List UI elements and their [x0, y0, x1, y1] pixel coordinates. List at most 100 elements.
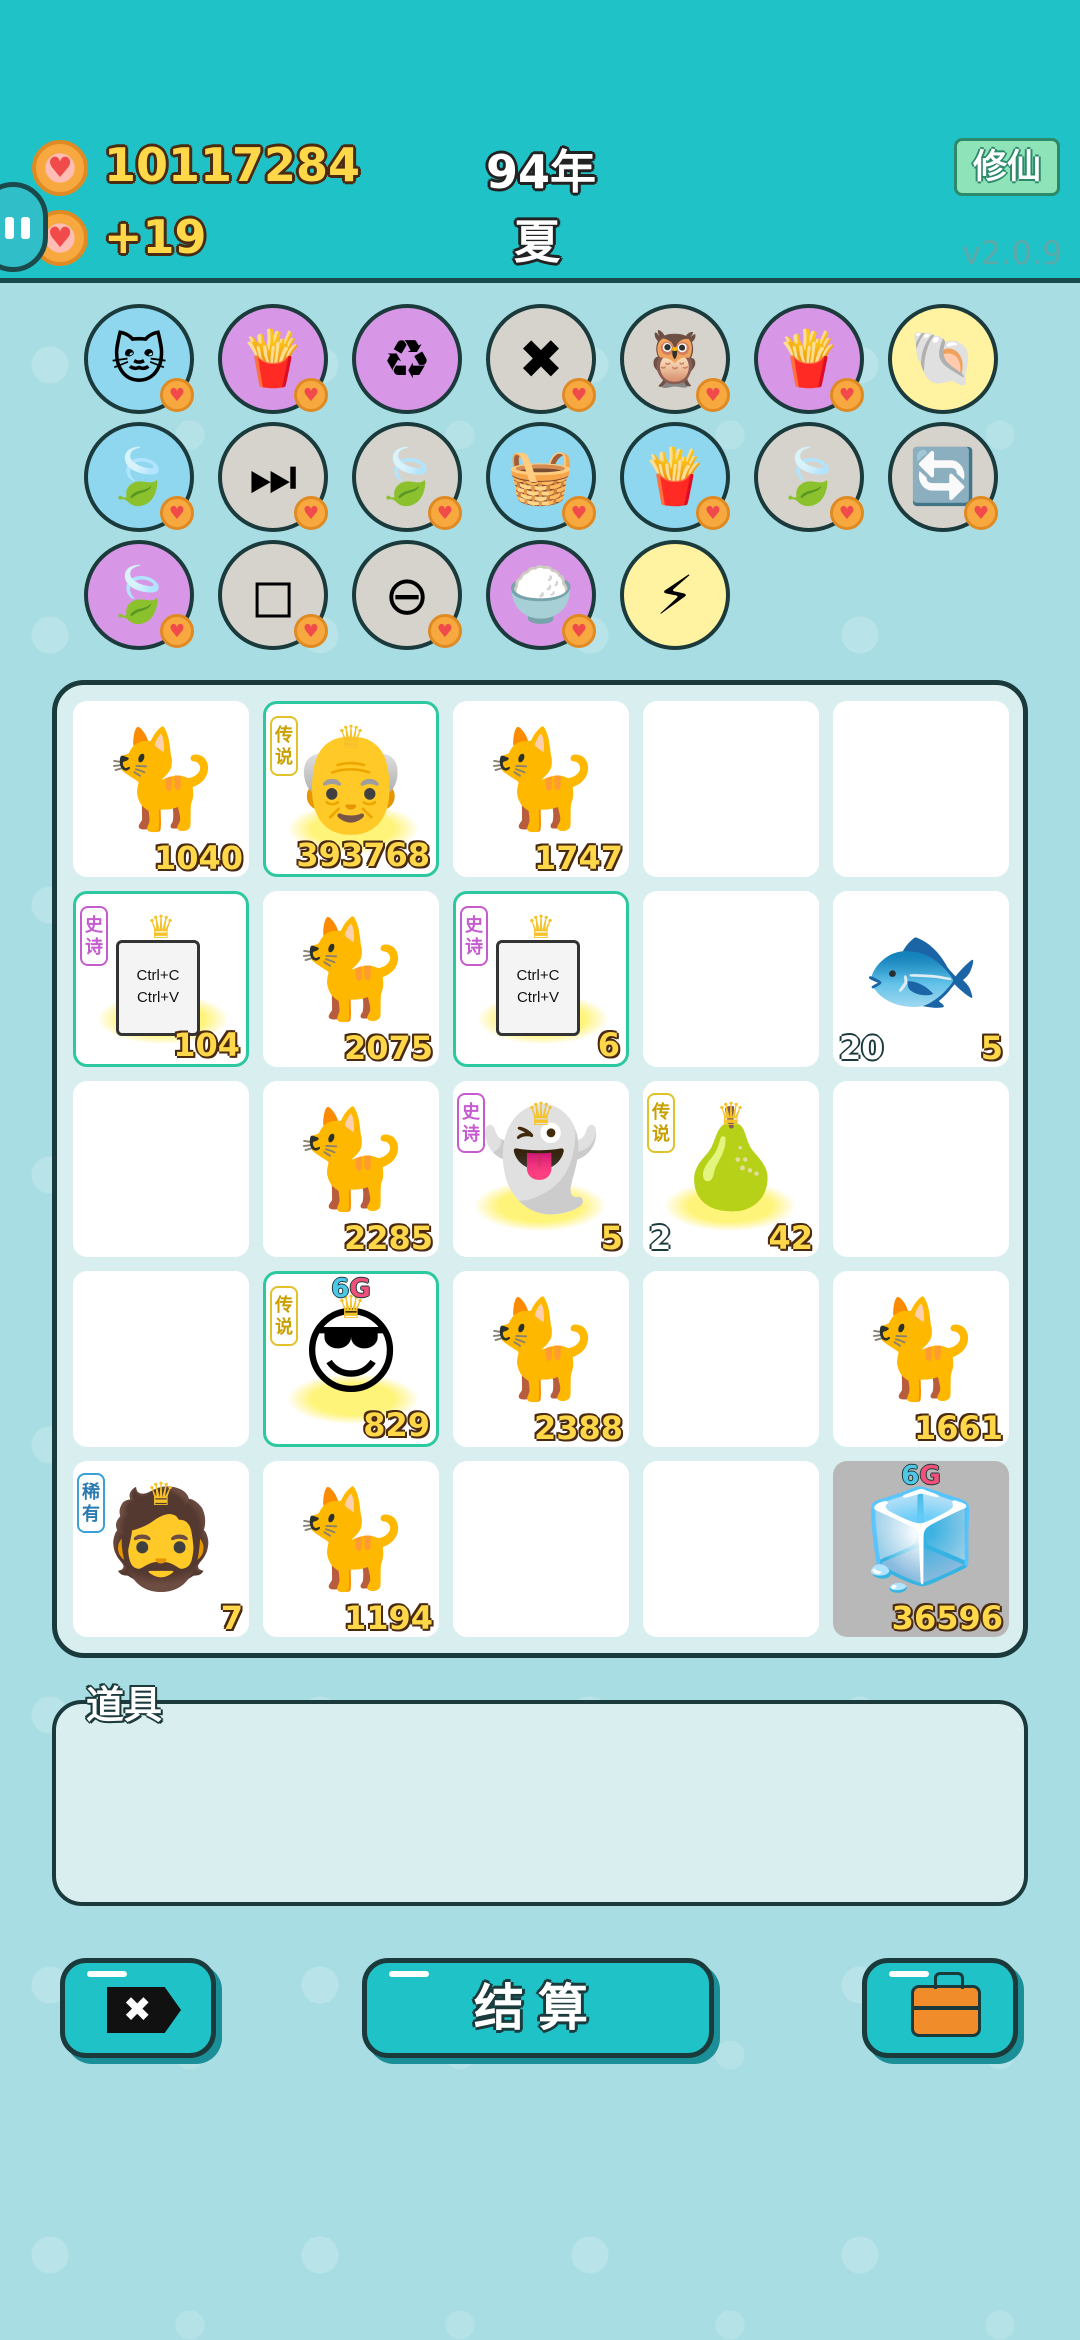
- lightning-icon[interactable]: ⚡: [620, 540, 730, 650]
- card-line: Ctrl+C: [516, 967, 560, 984]
- minus-glyph: ⊖: [384, 563, 430, 627]
- slot-fish[interactable]: 🐟 20 5: [833, 891, 1009, 1067]
- rarity-tag: 传说: [647, 1093, 675, 1153]
- 6g-six: 6: [331, 1274, 350, 1304]
- cat-icon: 🐈: [481, 1293, 601, 1405]
- fries-icon[interactable]: 🍟 ♥: [218, 304, 328, 414]
- fruit-basket-icon[interactable]: 🧺 ♥: [486, 422, 596, 532]
- slot-left-value: 20: [839, 1029, 884, 1067]
- cat-icon: 🐈: [291, 1483, 411, 1595]
- slot-value: 6: [597, 1026, 620, 1064]
- remove-tag-icon[interactable]: ✖ ♥: [486, 304, 596, 414]
- season-label: 夏: [514, 215, 560, 269]
- slot-left-value: 2: [649, 1219, 672, 1257]
- cultivation-mode-button[interactable]: 修仙: [954, 138, 1060, 196]
- rice-bowl-icon[interactable]: 🍚 ♥: [486, 540, 596, 650]
- fish-icon: 🐟: [861, 913, 981, 1025]
- fries-icon[interactable]: 🍟 ♥: [620, 422, 730, 532]
- copy-paste-card: Ctrl+C Ctrl+V: [496, 937, 595, 1039]
- coin-badge-icon: ♥: [294, 496, 328, 530]
- empty-slot[interactable]: [643, 1271, 819, 1447]
- coin-income: +19: [104, 210, 207, 264]
- rarity-tag: 传说: [270, 716, 298, 776]
- slot-grandpa[interactable]: 👴 ♛ 传说 393768: [263, 701, 439, 877]
- slot-value: 5: [980, 1029, 1003, 1067]
- slot-value: 7: [220, 1599, 243, 1637]
- coin-badge-icon: ♥: [696, 496, 730, 530]
- slot-value: 1747: [533, 839, 623, 877]
- skip-icon[interactable]: ⏭ ♥: [218, 422, 328, 532]
- leaf-glyph: 🍃: [105, 445, 173, 508]
- top-bar: 10117284 +19 94年 夏 修仙 v2.0.9: [0, 0, 1080, 283]
- slot-cat[interactable]: 🐈 1194: [263, 1461, 439, 1637]
- sugar-cubes-glyph: ◻: [250, 563, 296, 627]
- leaf-icon[interactable]: 🍃 ♥: [352, 422, 462, 532]
- discard-button[interactable]: ✖: [60, 1958, 216, 2058]
- slot-value: 2285: [343, 1219, 433, 1257]
- empty-slot[interactable]: [73, 1081, 249, 1257]
- cat-icon: 🐈: [481, 723, 601, 835]
- owls-icon[interactable]: 🦉 ♥: [620, 304, 730, 414]
- slot-cat[interactable]: 🐈 2285: [263, 1081, 439, 1257]
- coin-badge-icon: ♥: [160, 496, 194, 530]
- slot-sunglasses[interactable]: 😎 ♛ 传说 6G 829: [263, 1271, 439, 1447]
- refresh-icon[interactable]: 🔄 ♥: [888, 422, 998, 532]
- version-label: v2.0.9: [962, 234, 1063, 272]
- slot-ctrl[interactable]: Ctrl+C Ctrl+V ♛ 史诗 104: [73, 891, 249, 1067]
- tools-label: 道具: [86, 1683, 163, 1727]
- leaf-glyph: 🍃: [373, 445, 441, 508]
- coin-badge-icon: ♥: [964, 496, 998, 530]
- slot-value: 2075: [343, 1029, 433, 1067]
- slot-ghost[interactable]: 👻 ♛ 史诗 5: [453, 1081, 629, 1257]
- settle-button[interactable]: 结算: [362, 1958, 714, 2058]
- leaf-icon[interactable]: 🍃 ♥: [84, 540, 194, 650]
- 6g-six: 6: [901, 1461, 920, 1491]
- slot-cat[interactable]: 🐈 1661: [833, 1271, 1009, 1447]
- empty-slot[interactable]: [833, 701, 1009, 877]
- refresh-glyph: 🔄: [909, 445, 977, 508]
- 6g-badge: 6G: [266, 1274, 436, 1304]
- recycle-icon[interactable]: ♻: [352, 304, 462, 414]
- slot-cat[interactable]: 🐈 2388: [453, 1271, 629, 1447]
- shell-icon[interactable]: 🐚: [888, 304, 998, 414]
- coin-badge-icon: ♥: [294, 378, 328, 412]
- coin-badge-icon: ♥: [830, 496, 864, 530]
- sugar-cubes-icon[interactable]: ◻ ♥: [218, 540, 328, 650]
- slot-fridge[interactable]: 🧊 6G 36596: [833, 1461, 1009, 1637]
- slot-cat[interactable]: 🐈 2075: [263, 891, 439, 1067]
- empty-slot[interactable]: [833, 1081, 1009, 1257]
- minus-icon[interactable]: ⊖ ♥: [352, 540, 462, 650]
- slot-cat[interactable]: 🐈 1040: [73, 701, 249, 877]
- leaf-glyph: 🍃: [775, 445, 843, 508]
- leaf-glyph: 🍃: [105, 563, 173, 626]
- cat-icon: 🐈: [291, 1103, 411, 1215]
- cat-icon[interactable]: 🐱 ♥: [84, 304, 194, 414]
- empty-slot[interactable]: [643, 1461, 819, 1637]
- coin-badge-icon: ♥: [294, 614, 328, 648]
- recycle-glyph: ♻: [382, 327, 432, 391]
- leaf-icon[interactable]: 🍃 ♥: [754, 422, 864, 532]
- pause-icon-bar: [21, 217, 30, 239]
- empty-slot[interactable]: [73, 1271, 249, 1447]
- slot-cat[interactable]: 🐈 1747: [453, 701, 629, 877]
- slot-value: 829: [363, 1406, 430, 1444]
- slot-ctrl[interactable]: Ctrl+C Ctrl+V ♛ 史诗 6: [453, 891, 629, 1067]
- empty-slot[interactable]: [643, 701, 819, 877]
- fruit-basket-glyph: 🧺: [507, 445, 575, 508]
- inventory-button[interactable]: [862, 1958, 1018, 2058]
- pause-icon: [5, 217, 14, 239]
- empty-slot[interactable]: [453, 1461, 629, 1637]
- fries-icon[interactable]: 🍟 ♥: [754, 304, 864, 414]
- rarity-tag: 史诗: [457, 1093, 485, 1153]
- 6g-g: G: [349, 1274, 371, 1304]
- slot-hatman[interactable]: 🧔 ♛ 稀有 7: [73, 1461, 249, 1637]
- slot-pear[interactable]: 🍐 ♛ 传说 2 42: [643, 1081, 819, 1257]
- leaf-icon[interactable]: 🍃 ♥: [84, 422, 194, 532]
- cat-icon: 🐈: [291, 913, 411, 1025]
- empty-slot[interactable]: [643, 891, 819, 1067]
- coin-badge-icon: ♥: [428, 496, 462, 530]
- fries-glyph: 🍟: [775, 327, 843, 390]
- tools-panel: [52, 1700, 1028, 1906]
- coin-badge-icon: ♥: [562, 614, 596, 648]
- slot-board: 🐈 1040 👴 ♛ 传说 393768 🐈 1747 Ctrl+C Ctrl+V ♛ 史诗 104 🐈 2…: [52, 680, 1028, 1658]
